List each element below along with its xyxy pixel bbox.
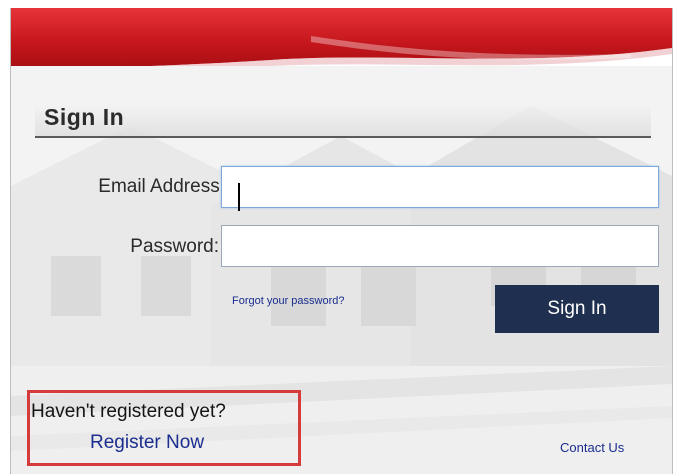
title-divider: [35, 136, 651, 138]
sign-in-button[interactable]: Sign In: [495, 285, 659, 333]
register-now-link[interactable]: Register Now: [90, 432, 204, 454]
email-label: Email Address:: [98, 176, 225, 197]
text-caret: [238, 183, 240, 211]
page-title: Sign In: [44, 104, 125, 130]
password-field[interactable]: [221, 225, 659, 267]
sign-in-panel: Sign In Email Address: Password: Forgot …: [10, 8, 673, 474]
title-bar-shade: [35, 103, 651, 136]
password-label: Password:: [130, 236, 219, 257]
contact-us-link[interactable]: Contact Us: [560, 440, 624, 455]
email-field[interactable]: [221, 166, 659, 208]
register-prompt: Haven't registered yet?: [31, 401, 226, 422]
forgot-password-link[interactable]: Forgot your password?: [232, 295, 345, 307]
